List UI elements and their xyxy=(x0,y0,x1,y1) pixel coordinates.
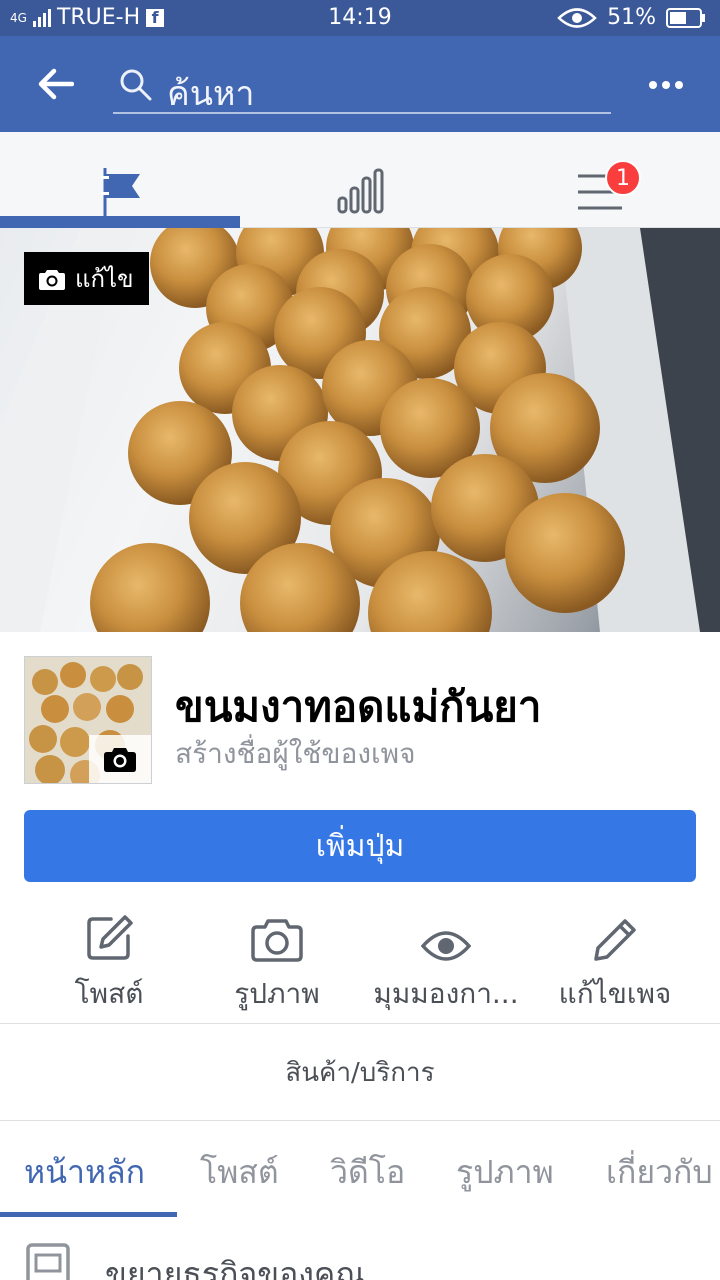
back-arrow-icon[interactable] xyxy=(38,68,74,100)
pencil-icon xyxy=(594,919,636,961)
status-right: 51% xyxy=(557,5,706,30)
active-tab-indicator xyxy=(0,216,240,228)
page-category: สินค้า/บริการ xyxy=(0,1024,720,1121)
notification-badge: 1 xyxy=(605,160,641,196)
action-post-label: โพสต์ xyxy=(74,977,144,1010)
page-tab-bar: 1 xyxy=(0,132,720,228)
action-view-as[interactable]: มุมมองกา... xyxy=(361,904,531,1014)
page-profile-section: ขนมงาทอดแม่กันยา สร้างชื่อผู้ใช้ของเพจ เ… xyxy=(0,632,720,1024)
status-bar: 4G TRUE-H f 14:19 51% xyxy=(0,0,720,36)
tab-page[interactable] xyxy=(0,132,240,228)
grow-business-row[interactable]: ขยายธุรกิจของคุณ xyxy=(0,1217,720,1280)
action-edit-page-label: แก้ไขเพจ xyxy=(558,977,672,1010)
search-bar[interactable]: ค้นหา xyxy=(113,58,611,114)
tab-about[interactable]: เกี่ยวกับ xyxy=(606,1147,713,1198)
create-username-link[interactable]: สร้างชื่อผู้ใช้ของเพจ xyxy=(175,732,416,776)
search-input[interactable]: ค้นหา xyxy=(167,66,255,120)
storefront-icon xyxy=(26,1243,70,1280)
camera-icon xyxy=(104,748,136,772)
tab-videos[interactable]: วิดีโอ xyxy=(330,1147,405,1198)
edit-cover-label: แก้ไข xyxy=(75,265,134,293)
action-photo-label: รูปภาพ xyxy=(234,977,320,1010)
action-view-as-label: มุมมองกา... xyxy=(373,977,519,1010)
tab-home[interactable]: หน้าหลัก xyxy=(24,1147,145,1198)
battery-percent: 51% xyxy=(607,5,656,30)
page-title: ขนมงาทอดแม่กันยา xyxy=(175,682,542,731)
compose-icon xyxy=(87,915,133,960)
add-button[interactable]: เพิ่มปุ่ม xyxy=(24,810,696,882)
more-options-icon[interactable] xyxy=(648,80,684,90)
tab-insights[interactable] xyxy=(240,132,480,228)
eye-comfort-icon xyxy=(557,7,597,28)
battery-icon xyxy=(666,7,705,28)
action-post[interactable]: โพสต์ xyxy=(24,904,194,1014)
camera-icon xyxy=(39,269,65,290)
grow-business-label: ขยายธุรกิจของคุณ xyxy=(105,1255,365,1280)
top-bar: ค้นหา xyxy=(0,36,720,132)
action-edit-page[interactable]: แก้ไขเพจ xyxy=(530,904,700,1014)
camera-icon xyxy=(251,919,303,962)
tab-menu[interactable]: 1 xyxy=(480,132,720,228)
profile-picture[interactable] xyxy=(24,656,152,784)
insights-chart-icon xyxy=(337,168,384,214)
tab-photos[interactable]: รูปภาพ xyxy=(456,1147,554,1198)
action-photo[interactable]: รูปภาพ xyxy=(192,904,362,1014)
flag-icon xyxy=(101,168,140,216)
edit-profile-picture-button[interactable] xyxy=(89,735,151,783)
cover-photo[interactable]: แก้ไข xyxy=(0,228,720,632)
tab-posts[interactable]: โพสต์ xyxy=(200,1147,279,1198)
page-section-tabs: หน้าหลัก โพสต์ วิดีโอ รูปภาพ เกี่ยวกับ xyxy=(0,1121,720,1217)
eye-icon xyxy=(421,931,471,961)
search-icon xyxy=(120,69,152,101)
edit-cover-button[interactable]: แก้ไข xyxy=(24,252,149,305)
